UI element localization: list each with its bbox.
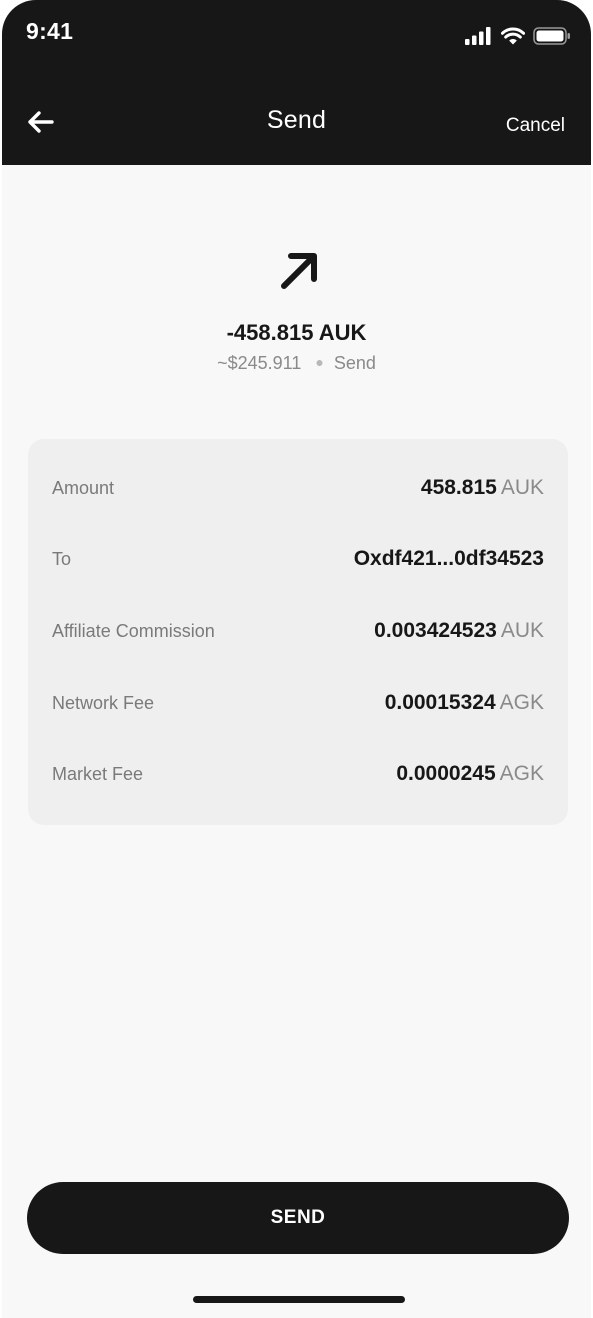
detail-value: Oxdf421...0df34523 <box>353 547 544 570</box>
status-time: 9:41 <box>26 18 74 44</box>
detail-value-group: 458.815 AUK <box>421 476 544 500</box>
detail-value-group: 0.003424523 AUK <box>374 619 544 643</box>
detail-value-group: 0.00015324 AGK <box>385 691 544 715</box>
detail-row-network-fee: Network Fee 0.00015324 AGK <box>52 688 544 718</box>
detail-label: Amount <box>52 477 115 498</box>
detail-label: To <box>52 548 72 569</box>
send-button[interactable]: SEND <box>27 1182 569 1254</box>
detail-label: Network Fee <box>52 692 155 713</box>
detail-row-to: To Oxdf421...0df34523 <box>52 544 544 574</box>
signal-icon <box>465 27 491 45</box>
details-card: Amount 458.815 AUK To Oxdf421...0df34523 … <box>28 439 568 825</box>
header-bar: 9:41 Send Cancel <box>2 0 591 165</box>
status-icons <box>465 24 571 48</box>
detail-value: 0.0000245 <box>396 762 496 785</box>
transaction-type: Send <box>333 353 376 373</box>
detail-value: 0.00015324 <box>384 691 496 714</box>
detail-row-market-fee: Market Fee 0.0000245 AGK <box>52 759 544 789</box>
phone-screen: 9:41 Send Cancel -458.815 AUK ~$245.911 … <box>2 0 591 1318</box>
detail-value-group: 0.0000245 AGK <box>396 762 544 786</box>
cancel-button[interactable]: Cancel <box>506 115 565 137</box>
detail-value-group: Oxdf421...0df34523 <box>354 547 544 571</box>
detail-unit: AGK <box>499 691 544 714</box>
home-indicator[interactable] <box>193 1296 405 1303</box>
detail-unit: AGK <box>499 762 544 785</box>
detail-unit: AUK <box>500 619 544 642</box>
detail-value: 0.003424523 <box>374 619 497 642</box>
fiat-value: ~$245.911 <box>217 353 302 373</box>
page-title: Send <box>266 106 327 134</box>
detail-row-amount: Amount 458.815 AUK <box>52 473 544 503</box>
detail-value: 458.815 <box>420 476 497 499</box>
separator-dot: ● <box>315 354 324 370</box>
transaction-subtitle: ~$245.911 ● Send <box>2 353 591 374</box>
detail-row-affiliate-commission: Affiliate Commission 0.003424523 AUK <box>52 616 544 646</box>
arrow-up-right-icon <box>281 253 317 289</box>
detail-label: Market Fee <box>52 763 144 784</box>
detail-unit: AUK <box>500 476 544 499</box>
wifi-icon <box>501 27 525 45</box>
transaction-amount: -458.815 AUK <box>226 320 367 345</box>
battery-icon <box>533 27 570 45</box>
detail-label: Affiliate Commission <box>52 620 215 641</box>
